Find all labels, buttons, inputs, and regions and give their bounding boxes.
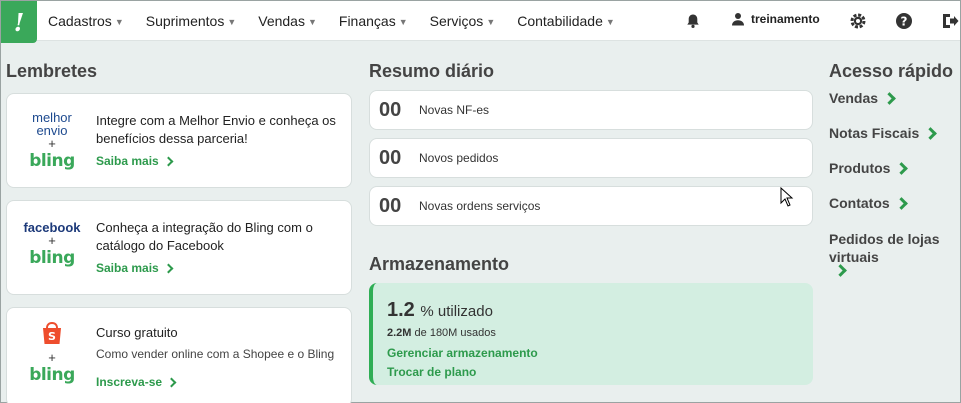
reminder-card-shopee: S + bling Curso gratuito Como vender onl… — [6, 307, 352, 403]
quick-access-label: Pedidos de lojas virtuais — [829, 231, 940, 265]
reminder-text: Integre com a Melhor Envio e conheça os … — [96, 113, 336, 146]
quick-access-title: Acesso rápido — [829, 61, 954, 81]
quick-access-label: Notas Fiscais — [829, 125, 920, 141]
brand-name: melhor envio — [32, 110, 72, 138]
storage-used: 2.2M de 180M usados — [387, 327, 496, 339]
chevron-right-icon — [924, 126, 938, 140]
storage-card: 1.2 % utilizado 2.2M de 180M usados Gere… — [369, 283, 813, 385]
nav-suprimentos[interactable]: Suprimentos ▼ — [146, 13, 237, 29]
shopee-bag-icon: S — [43, 321, 61, 344]
used-value: 2.2M — [387, 327, 412, 339]
reminder-text: Como vender online com a Shopee e o Blin… — [96, 347, 335, 361]
manage-storage-link[interactable]: Gerenciar armazenamento — [387, 346, 538, 360]
chevron-down-icon: ▼ — [398, 17, 408, 27]
quick-access-pedidos-lojas[interactable]: Pedidos de lojas virtuais — [829, 230, 959, 277]
user-menu[interactable]: treinamento — [731, 12, 820, 26]
quick-access-label: Vendas — [829, 90, 879, 106]
bling-wordmark: bling — [29, 248, 75, 268]
reminder-text: Conheça a integração do Bling com o catá… — [96, 220, 313, 253]
summary-label: Novos pedidos — [419, 151, 499, 165]
chevron-down-icon: ▼ — [227, 17, 237, 27]
inscreva-se-link[interactable]: Inscreva-se — [96, 375, 177, 389]
link-label: Inscreva-se — [96, 375, 163, 389]
chevron-right-icon — [834, 264, 847, 277]
bell-icon[interactable] — [685, 13, 701, 29]
quick-access-label: Produtos — [829, 160, 891, 176]
nav-vendas[interactable]: Vendas ▼ — [258, 13, 317, 29]
top-navbar: ! Cadastros ▼ Suprimentos ▼ Vendas ▼ Finanç… — [1, 1, 960, 43]
summary-title: Resumo diário — [369, 61, 495, 81]
mouse-cursor-icon — [780, 187, 794, 207]
summary-count: 00 — [379, 146, 402, 169]
percent-suffix: % utilizado — [420, 303, 493, 320]
chevron-down-icon: ▼ — [307, 17, 317, 27]
nav-cadastros[interactable]: Cadastros ▼ — [48, 13, 124, 29]
bling-wordmark: bling — [29, 365, 75, 385]
help-icon[interactable]: ? — [895, 12, 913, 35]
summary-row-nfes[interactable]: 00 Novas NF-es — [369, 90, 813, 130]
saiba-mais-link[interactable]: Saiba mais — [96, 154, 174, 168]
change-plan-link[interactable]: Trocar de plano — [387, 365, 476, 379]
storage-title: Armazenamento — [369, 254, 510, 274]
chevron-right-icon — [895, 161, 909, 175]
main-nav: Cadastros ▼ Suprimentos ▼ Vendas ▼ Finanças… — [48, 1, 637, 41]
reminder-title: Curso gratuito — [96, 325, 178, 340]
facebook-logo: facebook + bling — [21, 221, 83, 268]
chevron-right-icon — [166, 377, 177, 387]
saiba-mais-link[interactable]: Saiba mais — [96, 261, 174, 275]
shopee-logo: S + bling — [21, 320, 83, 385]
chevron-down-icon: ▼ — [605, 17, 615, 27]
chevron-right-icon — [163, 156, 174, 166]
nav-label: Serviços — [429, 13, 484, 29]
bling-logo[interactable]: ! — [1, 1, 37, 43]
summary-label: Novas NF-es — [419, 103, 490, 117]
plus-sign: + — [48, 233, 56, 248]
plus-sign: + — [48, 350, 56, 365]
quick-access-produtos[interactable]: Produtos — [829, 160, 909, 176]
nav-label: Finanças — [338, 13, 396, 29]
nav-label: Contabilidade — [517, 13, 603, 29]
melhor-envio-logo: melhor envio + bling — [21, 111, 83, 171]
nav-label: Suprimentos — [145, 13, 225, 29]
chevron-down-icon: ▼ — [114, 17, 124, 27]
quick-access-contatos[interactable]: Contatos — [829, 195, 908, 211]
logo-glyph: ! — [13, 7, 25, 37]
summary-row-ordens[interactable]: 00 Novas ordens serviços — [369, 186, 813, 226]
nav-label: Cadastros — [48, 13, 112, 29]
username: treinamento — [751, 12, 820, 26]
percent-value: 1.2 — [387, 299, 415, 321]
summary-count: 00 — [379, 194, 402, 217]
svg-text:S: S — [48, 330, 56, 343]
svg-text:?: ? — [901, 15, 908, 29]
nav-label: Vendas — [258, 13, 305, 29]
reminder-card-facebook: facebook + bling Conheça a integração do… — [6, 200, 352, 295]
reminders-title: Lembretes — [6, 61, 98, 81]
chevron-right-icon — [894, 196, 908, 210]
user-icon — [732, 13, 744, 26]
summary-row-pedidos[interactable]: 00 Novos pedidos — [369, 138, 813, 178]
link-label: Saiba mais — [96, 261, 159, 275]
storage-percent: 1.2 % utilizado — [387, 299, 493, 322]
plus-sign: + — [48, 136, 56, 151]
chevron-down-icon: ▼ — [486, 17, 496, 27]
reminder-card-melhor-envio: melhor envio + bling Integre com a Melho… — [6, 93, 352, 188]
nav-contabilidade[interactable]: Contabilidade ▼ — [517, 13, 615, 29]
quick-access-vendas[interactable]: Vendas — [829, 90, 896, 106]
used-suffix: de 180M usados — [414, 327, 496, 339]
chevron-right-icon — [883, 91, 896, 105]
link-label: Saiba mais — [96, 154, 159, 168]
bling-wordmark: bling — [29, 151, 75, 171]
nav-financas[interactable]: Finanças ▼ — [339, 13, 408, 29]
gear-icon[interactable] — [849, 12, 867, 35]
quick-access-notas-fiscais[interactable]: Notas Fiscais — [829, 125, 938, 141]
summary-label: Novas ordens serviços — [419, 199, 541, 213]
chevron-right-icon — [163, 263, 174, 273]
nav-servicos[interactable]: Serviços ▼ — [430, 13, 496, 29]
summary-count: 00 — [379, 98, 402, 121]
quick-access-label: Contatos — [829, 195, 890, 211]
logout-icon[interactable] — [941, 12, 959, 35]
